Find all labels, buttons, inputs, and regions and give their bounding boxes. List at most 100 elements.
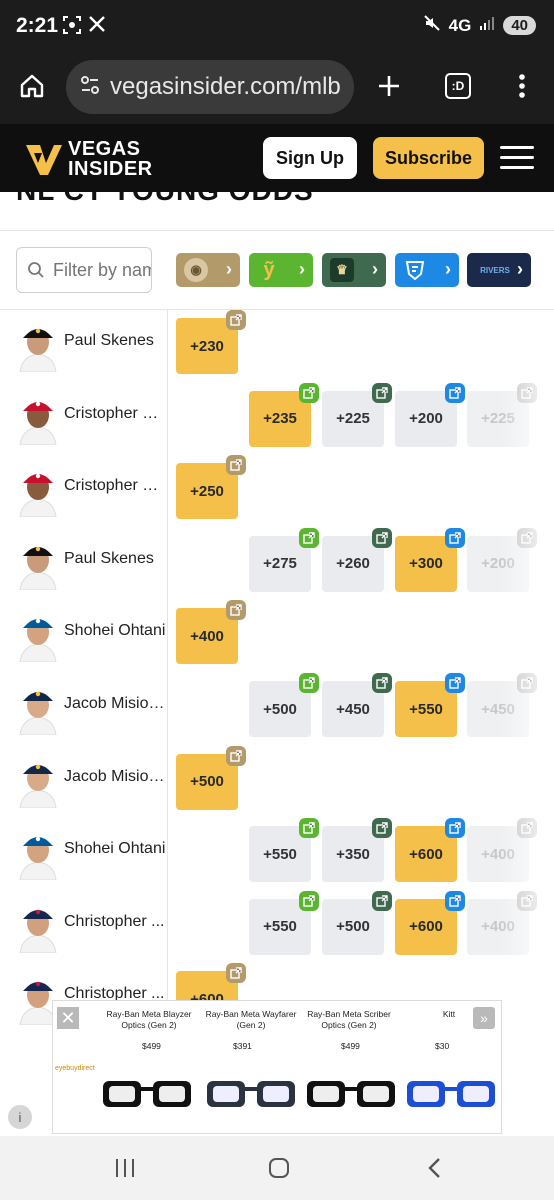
player-name[interactable]: Paul Skenes [64, 332, 166, 350]
bet-slip-icon[interactable] [372, 382, 392, 403]
player-name[interactable]: Jacob Misior... [64, 695, 166, 713]
hamburger-menu-icon[interactable] [500, 146, 534, 172]
bet-slip-icon[interactable] [299, 527, 319, 548]
more-menu-icon[interactable] [504, 68, 540, 104]
x-app-icon [88, 15, 106, 39]
ad-info-icon[interactable]: i [8, 1105, 32, 1129]
search-icon [28, 262, 44, 278]
site-settings-icon[interactable] [80, 74, 100, 96]
player-name[interactable]: Cristopher S... [64, 405, 166, 423]
table-row: Cristopher S... +235 +225 +200 +225 [0, 382, 554, 455]
battery-indicator: 40 [503, 16, 536, 35]
table-row: Paul Skenes +230 [0, 310, 554, 382]
player-avatar [16, 828, 60, 881]
sportsbook-fanduel-button[interactable]: › [395, 253, 459, 287]
bet-slip-icon[interactable] [372, 890, 392, 911]
signal-icon [479, 15, 495, 36]
chevron-right-icon: › [372, 259, 378, 279]
browser-toolbar: vegasinsider.com/mlb :D [0, 54, 554, 124]
bet-slip-icon[interactable] [299, 673, 319, 693]
ad-item-price: $499 [341, 1041, 360, 1051]
back-icon[interactable] [420, 1154, 450, 1182]
bet-slip-icon[interactable] [372, 527, 392, 548]
bet-slip-icon[interactable] [517, 382, 537, 403]
player-avatar [16, 755, 60, 808]
glasses-image[interactable] [203, 1073, 299, 1113]
filter-field[interactable] [16, 247, 152, 293]
bet-slip-icon[interactable] [226, 310, 246, 330]
player-avatar [16, 392, 60, 445]
sportsbook-draftkings-button[interactable]: ỹ › [249, 253, 313, 287]
logo-wordmark: VEGAS INSIDER [64, 139, 153, 179]
bet-slip-icon[interactable] [445, 673, 465, 693]
ad-item-title[interactable]: Kitt [399, 1009, 499, 1020]
table-row: Christopher ... +550 +500 +600 +400 [0, 890, 554, 963]
network-label: 4G [448, 15, 472, 35]
book-1-logo: ◉ [184, 258, 208, 282]
sportsbook-1-button[interactable]: ◉ › [176, 253, 240, 287]
fanduel-logo [403, 258, 427, 282]
bet-slip-icon[interactable] [299, 890, 319, 911]
mute-icon [423, 14, 441, 37]
chevron-right-icon: › [517, 259, 523, 279]
player-avatar [16, 320, 60, 372]
player-avatar [16, 465, 60, 518]
player-name[interactable]: Paul Skenes [64, 550, 166, 568]
player-name[interactable]: Shohei Ohtani [64, 840, 166, 858]
bet-slip-icon[interactable] [445, 382, 465, 403]
home-icon[interactable] [14, 68, 50, 104]
address-bar[interactable]: vegasinsider.com/mlb [66, 60, 354, 114]
new-tab-button[interactable] [371, 68, 407, 104]
bet-slip-icon[interactable] [226, 455, 246, 476]
bet-slip-icon[interactable] [372, 818, 392, 839]
player-name[interactable]: Cristopher S... [64, 477, 166, 495]
tab-count: :D [445, 73, 471, 99]
ad-item-title[interactable]: Ray-Ban Meta Scriber Optics (Gen 2) [299, 1009, 399, 1031]
logo-line2: INSIDER [68, 158, 153, 180]
subscribe-button[interactable]: Subscribe [373, 137, 484, 179]
bet-slip-icon[interactable] [226, 963, 246, 984]
ad-close-icon[interactable]: ✕ [57, 1007, 79, 1029]
signup-button[interactable]: Sign Up [263, 137, 357, 179]
ad-item-price: $499 [142, 1041, 161, 1051]
sportsbook-3-button[interactable]: ♛ › [322, 253, 386, 287]
chevron-right-icon: › [299, 259, 305, 279]
player-name[interactable]: Christopher ... [64, 913, 166, 931]
draftkings-logo: ỹ [263, 258, 275, 281]
glasses-image[interactable] [303, 1073, 399, 1113]
player-avatar [16, 683, 60, 735]
book-3-logo: ♛ [330, 258, 354, 282]
status-right: 4G 40 [423, 14, 536, 37]
sportsbook-rivers-button[interactable]: RIVERS › [467, 253, 531, 287]
home-nav-icon[interactable] [264, 1154, 294, 1182]
bet-slip-icon[interactable] [445, 527, 465, 548]
filter-input[interactable] [53, 259, 151, 281]
bet-slip-icon[interactable] [299, 818, 319, 839]
bet-slip-icon[interactable] [445, 818, 465, 839]
player-avatar [16, 537, 60, 590]
bet-slip-icon[interactable] [372, 673, 392, 693]
player-name[interactable]: Shohei Ohtani [64, 622, 166, 640]
glasses-image[interactable] [99, 1073, 195, 1113]
player-avatar [16, 900, 60, 953]
chevron-right-icon: › [445, 259, 451, 279]
ad-advertiser: eyebuydirect [55, 1065, 95, 1072]
bet-slip-icon[interactable] [226, 600, 246, 621]
advertisement[interactable]: ✕ » Ray-Ban Meta Blayzer Optics (Gen 2) … [52, 1000, 502, 1134]
bet-slip-icon[interactable] [226, 745, 246, 766]
bet-slip-icon[interactable] [299, 382, 319, 403]
bet-slip-icon[interactable] [517, 527, 537, 548]
bet-slip-icon[interactable] [517, 673, 537, 693]
tabs-button[interactable]: :D [440, 68, 476, 104]
ad-item-title[interactable]: Ray-Ban Meta Blayzer Optics (Gen 2) [99, 1009, 199, 1031]
recents-icon[interactable] [110, 1154, 140, 1182]
glasses-image[interactable] [403, 1073, 499, 1113]
riversportsbook-logo: RIVERS [480, 265, 510, 275]
ad-item-title[interactable]: Ray-Ban Meta Wayfarer (Gen 2) [201, 1009, 301, 1031]
bet-slip-icon[interactable] [517, 890, 537, 911]
player-name[interactable]: Jacob Misior... [64, 768, 166, 786]
bet-slip-icon[interactable] [517, 818, 537, 839]
url-text: vegasinsider.com/mlb [110, 73, 341, 100]
bet-slip-icon[interactable] [445, 890, 465, 911]
site-logo[interactable]: VEGAS INSIDER [24, 138, 153, 180]
